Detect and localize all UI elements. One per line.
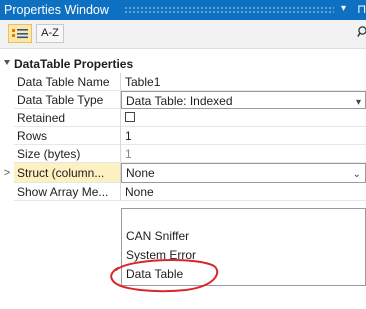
property-name: Data Table Type [14,91,121,109]
red-circle-annotation [110,259,219,293]
search-icon[interactable] [357,26,366,38]
title-bar: Properties Window ▾ ⊓ [0,0,366,20]
row-struct-columns[interactable]: > Struct (column... None ⌄ [0,163,366,183]
selected-value: Data Table: Indexed [126,94,233,108]
property-name: Struct (column... [14,163,121,183]
categorized-button[interactable] [8,24,32,43]
size-bytes-value: 1 [121,145,366,163]
selected-value: None [126,166,155,180]
rows-input[interactable]: 1 [121,127,366,145]
chevron-down-icon[interactable]: ▾ [356,94,361,108]
alphabetical-button[interactable]: A-Z [36,24,64,43]
row-size-bytes: Size (bytes) 1 [0,145,366,163]
retained-value [121,109,366,127]
property-grid: Data Table Name Table1 Data Table Type D… [0,73,366,220]
collapse-arrow-icon[interactable] [4,60,10,65]
categorized-list-icon [12,29,28,39]
data-table-type-select[interactable]: Data Table: Indexed ▾ [121,91,366,109]
toolbar: A-Z [0,20,366,49]
window-dropdown-icon[interactable]: ▾ [341,3,346,14]
row-retained[interactable]: Retained [0,109,366,127]
property-name: Show Array Me... [14,183,121,201]
dropdown-option[interactable]: CAN Sniffer [126,227,362,246]
datatable-properties-section[interactable]: DataTable Properties [0,55,366,73]
struct-columns-select[interactable]: None ⌄ [121,163,366,183]
section-title: DataTable Properties [14,57,134,71]
property-name: Data Table Name [14,73,121,91]
data-table-name-input[interactable]: Table1 [121,73,366,91]
title-grip[interactable] [124,6,334,14]
window-title: Properties Window [4,3,109,17]
property-name: Retained [14,109,121,127]
chevron-down-icon[interactable]: ⌄ [353,166,361,182]
property-name: Size (bytes) [14,145,121,163]
row-rows[interactable]: Rows 1 [0,127,366,145]
expand-chevron-icon[interactable]: > [0,163,14,183]
retained-checkbox[interactable] [125,112,135,122]
show-array-members-value[interactable]: None [121,183,366,201]
row-data-table-type[interactable]: Data Table Type Data Table: Indexed ▾ [0,91,366,109]
row-data-table-name[interactable]: Data Table Name Table1 [0,73,366,91]
property-name: Rows [14,127,121,145]
row-show-array-members[interactable]: Show Array Me... None [0,183,366,201]
pin-icon[interactable]: ⊓ [357,2,366,16]
